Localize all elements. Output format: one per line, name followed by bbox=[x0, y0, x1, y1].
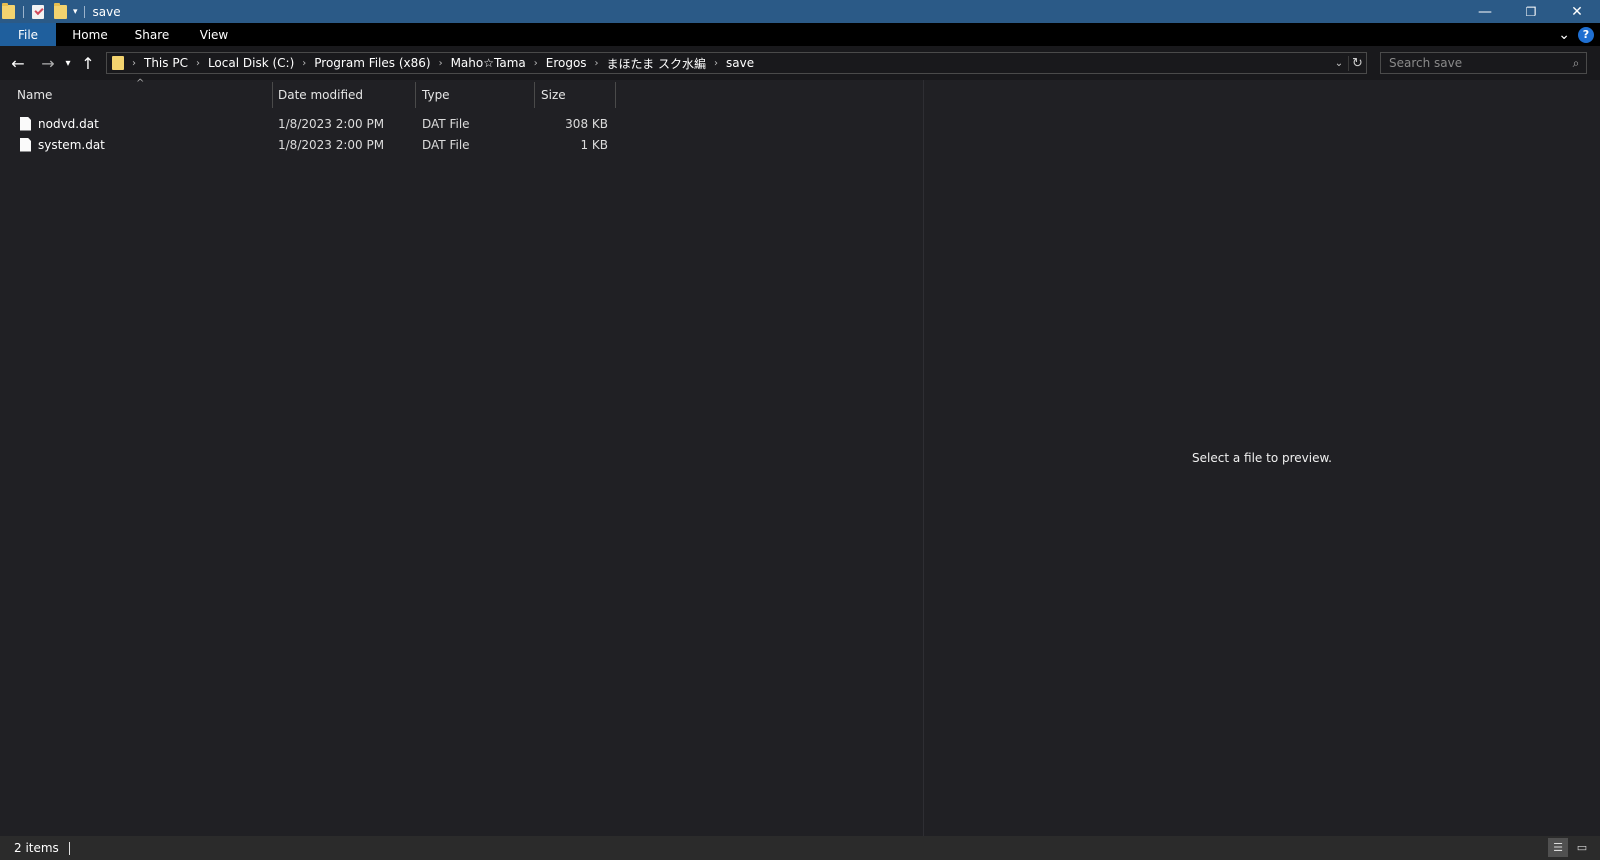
folder-icon bbox=[2, 2, 15, 19]
tab-home[interactable]: Home bbox=[62, 23, 118, 46]
close-button[interactable]: ✕ bbox=[1554, 0, 1600, 23]
column-header-name[interactable]: Name bbox=[11, 82, 273, 108]
breadcrumb-this-pc[interactable]: This PC bbox=[144, 56, 188, 70]
refresh-icon[interactable]: ↻ bbox=[1348, 55, 1366, 71]
breadcrumb-separator[interactable]: › bbox=[196, 58, 200, 69]
breadcrumb-mahotama[interactable]: Maho☆Tama bbox=[451, 56, 526, 70]
preview-message: Select a file to preview. bbox=[1192, 451, 1332, 465]
breadcrumb-save[interactable]: save bbox=[726, 56, 754, 70]
expand-ribbon-icon[interactable]: ⌄ bbox=[1558, 27, 1570, 43]
minimize-button[interactable]: — bbox=[1462, 0, 1508, 23]
folder-icon bbox=[112, 56, 124, 70]
status-bar: 2 items ☰ ▭ bbox=[0, 836, 1600, 860]
address-bar[interactable]: › This PC › Local Disk (C:) › Program Fi… bbox=[106, 52, 1367, 74]
column-header-size[interactable]: Size bbox=[535, 82, 616, 108]
back-button[interactable]: ← bbox=[6, 49, 30, 77]
window-title: save bbox=[92, 4, 121, 19]
forward-button[interactable]: → bbox=[36, 49, 60, 77]
item-count: 2 items bbox=[14, 841, 59, 855]
title-separator bbox=[83, 5, 85, 18]
restore-button[interactable]: ❐ bbox=[1508, 0, 1554, 23]
file-type: DAT File bbox=[422, 116, 470, 131]
status-separator bbox=[68, 841, 70, 855]
breadcrumb-game-folder[interactable]: まほたま スク水編 bbox=[607, 55, 706, 72]
breadcrumb-erogos[interactable]: Erogos bbox=[546, 56, 587, 70]
column-header-type[interactable]: Type bbox=[416, 82, 535, 108]
file-date: 1/8/2023 2:00 PM bbox=[278, 116, 385, 131]
recent-locations-button[interactable]: ▾ bbox=[60, 49, 76, 77]
file-row[interactable]: nodvd.dat 1/8/2023 2:00 PM DAT File 308 … bbox=[0, 113, 620, 134]
properties-icon[interactable] bbox=[32, 4, 44, 19]
breadcrumb-program-files[interactable]: Program Files (x86) bbox=[314, 56, 430, 70]
title-bar: ▾ save — ❐ ✕ bbox=[0, 0, 1600, 23]
search-input[interactable] bbox=[1381, 56, 1566, 70]
help-icon[interactable]: ? bbox=[1578, 26, 1594, 43]
file-name: nodvd.dat bbox=[38, 116, 99, 131]
new-folder-icon[interactable] bbox=[54, 2, 67, 19]
file-size: 308 KB bbox=[565, 116, 608, 131]
file-icon bbox=[20, 116, 31, 131]
file-icon bbox=[20, 137, 31, 152]
file-name-cell[interactable]: nodvd.dat bbox=[20, 113, 270, 134]
quick-access-dropdown-icon[interactable]: ▾ bbox=[73, 7, 78, 17]
breadcrumb-separator[interactable]: › bbox=[534, 58, 538, 69]
breadcrumb-separator[interactable]: › bbox=[132, 58, 136, 69]
tab-share[interactable]: Share bbox=[124, 23, 180, 46]
details-view-icon[interactable]: ☰ bbox=[1548, 838, 1568, 857]
search-icon[interactable]: ⌕ bbox=[1566, 56, 1586, 71]
window-controls: — ❐ ✕ bbox=[1462, 0, 1600, 23]
tab-file[interactable]: File bbox=[0, 23, 56, 46]
title-separator bbox=[23, 5, 24, 18]
view-switcher: ☰ ▭ bbox=[1548, 838, 1592, 857]
breadcrumb-separator[interactable]: › bbox=[302, 58, 306, 69]
column-headers: ^ Name Date modified Type Size bbox=[0, 78, 620, 108]
address-dropdown-icon[interactable]: ⌄ bbox=[1330, 58, 1348, 69]
breadcrumb-separator[interactable]: › bbox=[714, 58, 718, 69]
up-button[interactable]: ↑ bbox=[76, 49, 100, 77]
file-name: system.dat bbox=[38, 137, 105, 152]
ribbon-tabs: File Home Share View ⌄ ? bbox=[0, 23, 1600, 46]
preview-pane: Select a file to preview. bbox=[924, 80, 1600, 836]
file-date: 1/8/2023 2:00 PM bbox=[278, 137, 385, 152]
search-box[interactable]: ⌕ bbox=[1380, 52, 1587, 74]
breadcrumb-separator[interactable]: › bbox=[439, 58, 443, 69]
file-row[interactable]: system.dat 1/8/2023 2:00 PM DAT File 1 K… bbox=[0, 134, 620, 155]
column-header-date-modified[interactable]: Date modified bbox=[272, 82, 416, 108]
file-type: DAT File bbox=[422, 137, 470, 152]
navigation-bar: ← → ▾ ↑ › This PC › Local Disk (C:) › Pr… bbox=[0, 46, 1600, 80]
large-icons-view-icon[interactable]: ▭ bbox=[1572, 838, 1592, 857]
breadcrumb-local-disk[interactable]: Local Disk (C:) bbox=[208, 56, 294, 70]
file-name-cell[interactable]: system.dat bbox=[20, 134, 270, 155]
file-list: ^ Name Date modified Type Size nodvd.dat… bbox=[0, 78, 923, 836]
tab-view[interactable]: View bbox=[186, 23, 242, 46]
breadcrumb-separator[interactable]: › bbox=[595, 58, 599, 69]
file-size: 1 KB bbox=[580, 137, 608, 152]
